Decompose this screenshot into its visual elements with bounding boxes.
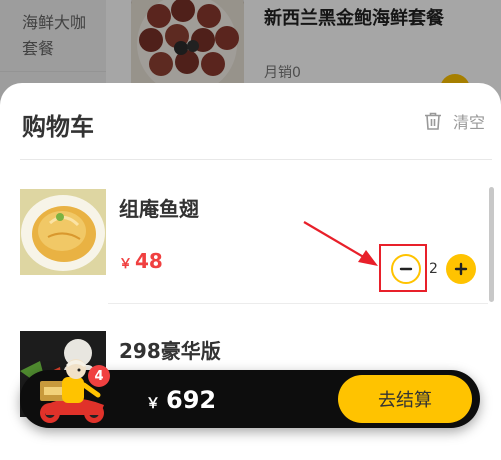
cart-total-value: 692 bbox=[166, 386, 217, 414]
item-image bbox=[20, 189, 106, 275]
cart-count-badge: 4 bbox=[88, 365, 110, 387]
item-name: 组庵鱼翅 bbox=[119, 197, 199, 221]
cart-total-currency: ￥ bbox=[146, 396, 160, 412]
header-divider bbox=[20, 159, 492, 160]
item-name: 298豪华版 bbox=[119, 339, 221, 363]
cart-item: 组庵鱼翅 ￥ 48 2 bbox=[20, 189, 490, 305]
increase-quantity-button[interactable] bbox=[446, 254, 476, 284]
clear-cart-button[interactable]: 清空 bbox=[423, 109, 485, 133]
cart-total: ￥ 692 bbox=[146, 386, 216, 414]
checkout-button[interactable]: 去结算 bbox=[338, 375, 472, 423]
item-divider bbox=[108, 303, 488, 304]
cart-title: 购物车 bbox=[22, 113, 94, 141]
annotation-highlight-box bbox=[379, 244, 427, 292]
item-price-value: 48 bbox=[135, 249, 163, 273]
plus-icon bbox=[454, 262, 468, 276]
item-price-currency: ￥ bbox=[119, 257, 133, 272]
item-price: ￥ 48 bbox=[119, 249, 163, 273]
clear-cart-label: 清空 bbox=[452, 113, 485, 132]
trash-icon bbox=[424, 112, 441, 130]
